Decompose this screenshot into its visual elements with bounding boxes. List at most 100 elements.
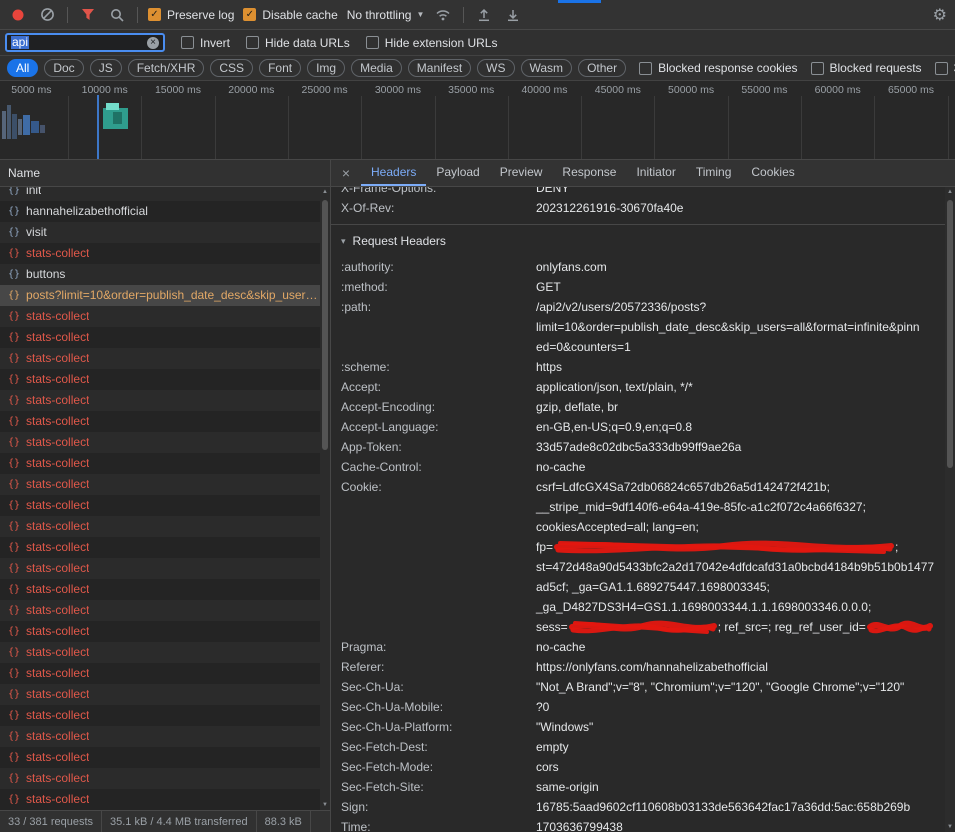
header-value-text: ad5cf; _ga=GA1.1.689275447.1698003345; (536, 577, 770, 597)
scrollbar-thumb[interactable] (947, 200, 953, 468)
request-row[interactable]: {}stats-collect (0, 747, 330, 768)
timeline-gridline (215, 96, 216, 159)
request-row[interactable]: {}stats-collect (0, 495, 330, 516)
clear-network-log-button[interactable] (37, 5, 57, 25)
header-value-line: GET (536, 277, 561, 297)
preserve-log-checkbox[interactable]: ✓ Preserve log (148, 8, 234, 22)
tab-response[interactable]: Response (552, 160, 626, 186)
header-value-line: en-GB,en-US;q=0.9,en;q=0.8 (536, 417, 692, 437)
3rd-party-requests-checkbox[interactable]: 3rd-party requests (935, 61, 955, 75)
request-row[interactable]: {}hannahelizabethofficial (0, 201, 330, 222)
type-filter-doc[interactable]: Doc (44, 59, 83, 77)
type-filter-fetch-xhr[interactable]: Fetch/XHR (128, 59, 205, 77)
header-value-line: "Not_A Brand";v="8", "Chromium";v="120",… (536, 677, 904, 697)
header-value-text: GET (536, 277, 561, 297)
header-value: https (536, 357, 562, 377)
disable-cache-checkbox[interactable]: ✓ Disable cache (243, 8, 337, 22)
hide-data-urls-label: Hide data URLs (265, 36, 350, 50)
request-list-scrollbar[interactable]: ▲ ▼ (320, 187, 330, 810)
download-icon (506, 8, 520, 22)
scroll-down-icon[interactable]: ▼ (320, 800, 330, 810)
request-row[interactable]: {}posts?limit=10&order=publish_date_desc… (0, 285, 330, 306)
request-row[interactable]: {}buttons (0, 264, 330, 285)
request-row[interactable]: {}visit (0, 222, 330, 243)
request-row[interactable]: {}stats-collect (0, 663, 330, 684)
scrollbar-thumb[interactable] (322, 200, 328, 450)
type-filter-manifest[interactable]: Manifest (408, 59, 471, 77)
type-filter-img[interactable]: Img (307, 59, 345, 77)
request-name: stats-collect (26, 453, 89, 474)
header-value: no-cache (536, 457, 585, 477)
header-row: Sec-Fetch-Mode:cors (341, 757, 945, 777)
type-filter-js[interactable]: JS (90, 59, 122, 77)
request-row[interactable]: {}stats-collect (0, 369, 330, 390)
request-row[interactable]: {}stats-collect (0, 474, 330, 495)
tab-cookies[interactable]: Cookies (741, 160, 804, 186)
request-headers-section-header[interactable]: ▾ Request Headers (341, 225, 945, 257)
request-row[interactable]: {}stats-collect (0, 789, 330, 810)
filter-input[interactable]: api × (5, 33, 165, 52)
request-row[interactable]: {}stats-collect (0, 327, 330, 348)
throttling-dropdown[interactable]: No throttling ▼ (347, 8, 425, 22)
request-row[interactable]: {}stats-collect (0, 684, 330, 705)
tab-payload[interactable]: Payload (426, 160, 489, 186)
scroll-up-icon[interactable]: ▲ (320, 187, 330, 197)
request-row[interactable]: {}stats-collect (0, 768, 330, 789)
header-value: ?0 (536, 697, 549, 717)
request-row[interactable]: {}stats-collect (0, 537, 330, 558)
close-details-button[interactable]: × (331, 160, 361, 186)
timeline-label: 10000 ms (70, 84, 140, 96)
network-overview-timeline[interactable]: 5000 ms10000 ms15000 ms20000 ms25000 ms3… (0, 81, 955, 160)
blocked-requests-checkbox[interactable]: Blocked requests (811, 61, 922, 75)
request-row[interactable]: {}stats-collect (0, 621, 330, 642)
tab-headers[interactable]: Headers (361, 160, 426, 186)
header-name: App-Token: (341, 437, 536, 457)
request-row[interactable]: {}stats-collect (0, 243, 330, 264)
request-row[interactable]: {}init (0, 187, 330, 201)
scroll-down-icon[interactable]: ▼ (945, 822, 955, 832)
record-network-log-button[interactable] (8, 5, 28, 25)
type-filter-font[interactable]: Font (259, 59, 301, 77)
type-filter-all[interactable]: All (7, 59, 38, 77)
request-row[interactable]: {}stats-collect (0, 705, 330, 726)
filter-toggle-button[interactable] (78, 5, 98, 25)
request-row[interactable]: {}stats-collect (0, 348, 330, 369)
timeline-gridline (508, 96, 509, 159)
request-row[interactable]: {}stats-collect (0, 726, 330, 747)
import-har-button[interactable] (503, 5, 523, 25)
request-row[interactable]: {}stats-collect (0, 558, 330, 579)
network-conditions-button[interactable] (433, 5, 453, 25)
blocked-response-cookies-checkbox[interactable]: Blocked response cookies (639, 61, 797, 75)
overview-activity-bar (40, 125, 45, 133)
type-filter-ws[interactable]: WS (477, 59, 514, 77)
settings-gear-icon[interactable]: ⚙ (933, 5, 947, 25)
clear-filter-icon[interactable]: × (147, 37, 159, 49)
name-column-header[interactable]: Name (0, 160, 330, 187)
search-button[interactable] (107, 5, 127, 25)
request-row[interactable]: {}stats-collect (0, 390, 330, 411)
request-row[interactable]: {}stats-collect (0, 516, 330, 537)
request-row[interactable]: {}stats-collect (0, 306, 330, 327)
request-headers-rows: :authority:onlyfans.com:method:GET:path:… (341, 257, 945, 832)
header-name: Sign: (341, 797, 536, 817)
invert-checkbox[interactable]: Invert (181, 36, 230, 50)
hide-extension-urls-checkbox[interactable]: Hide extension URLs (366, 36, 498, 50)
hide-data-urls-checkbox[interactable]: Hide data URLs (246, 36, 350, 50)
request-row[interactable]: {}stats-collect (0, 579, 330, 600)
details-scrollbar[interactable]: ▲ ▼ (945, 187, 955, 832)
request-row[interactable]: {}stats-collect (0, 432, 330, 453)
disable-cache-label: Disable cache (262, 8, 337, 22)
request-row[interactable]: {}stats-collect (0, 453, 330, 474)
tab-timing[interactable]: Timing (686, 160, 742, 186)
tab-preview[interactable]: Preview (490, 160, 553, 186)
scroll-up-icon[interactable]: ▲ (945, 187, 955, 197)
type-filter-wasm[interactable]: Wasm (521, 59, 573, 77)
request-row[interactable]: {}stats-collect (0, 642, 330, 663)
type-filter-media[interactable]: Media (351, 59, 402, 77)
type-filter-css[interactable]: CSS (210, 59, 253, 77)
export-har-button[interactable] (474, 5, 494, 25)
request-row[interactable]: {}stats-collect (0, 411, 330, 432)
request-row[interactable]: {}stats-collect (0, 600, 330, 621)
tab-initiator[interactable]: Initiator (626, 160, 685, 186)
type-filter-other[interactable]: Other (578, 59, 626, 77)
